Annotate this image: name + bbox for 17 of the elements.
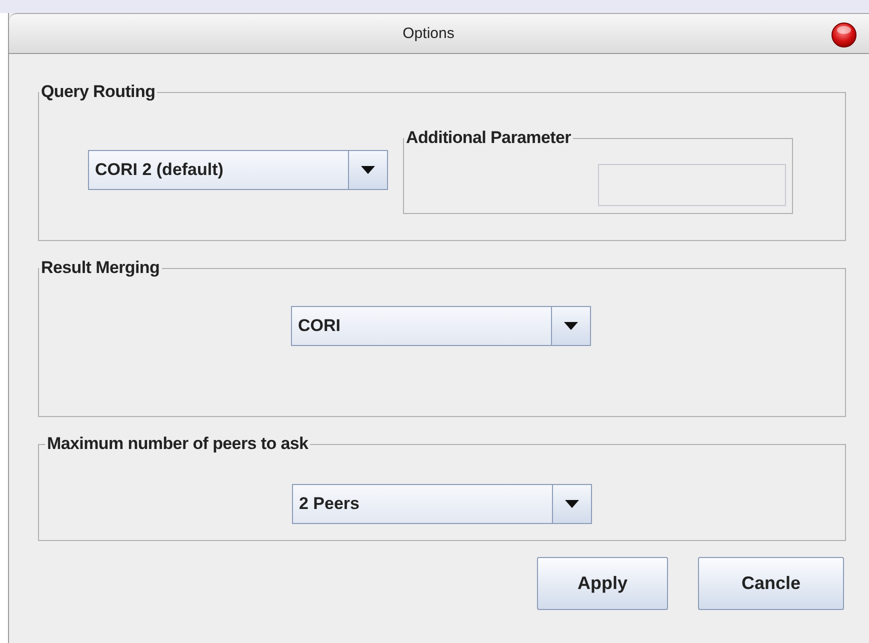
group-title: Maximum number of peers to ask <box>46 434 310 454</box>
group-title: Result Merging <box>40 258 161 278</box>
dropdown[interactable]: 2 Peers <box>292 484 592 524</box>
group-title: Additional Parameter <box>405 128 572 148</box>
dropdown[interactable]: CORI 2 (default) <box>88 150 388 190</box>
dropdown-value: CORI <box>297 315 342 337</box>
dropdown-arrow-icon[interactable] <box>565 500 579 508</box>
cancel-button[interactable]: Cancle <box>698 557 844 610</box>
dropdown-arrow-icon[interactable] <box>564 322 578 330</box>
dropdown-value: 2 Peers <box>298 493 360 515</box>
close-icon[interactable] <box>831 22 857 48</box>
group-title: Query Routing <box>40 82 156 102</box>
dropdown[interactable]: CORI <box>291 306 591 346</box>
dropdown-value: CORI 2 (default) <box>94 159 224 181</box>
window-title: Options <box>402 25 454 42</box>
apply-button[interactable]: Apply <box>537 557 668 610</box>
dropdown-arrow-icon[interactable] <box>361 166 375 174</box>
